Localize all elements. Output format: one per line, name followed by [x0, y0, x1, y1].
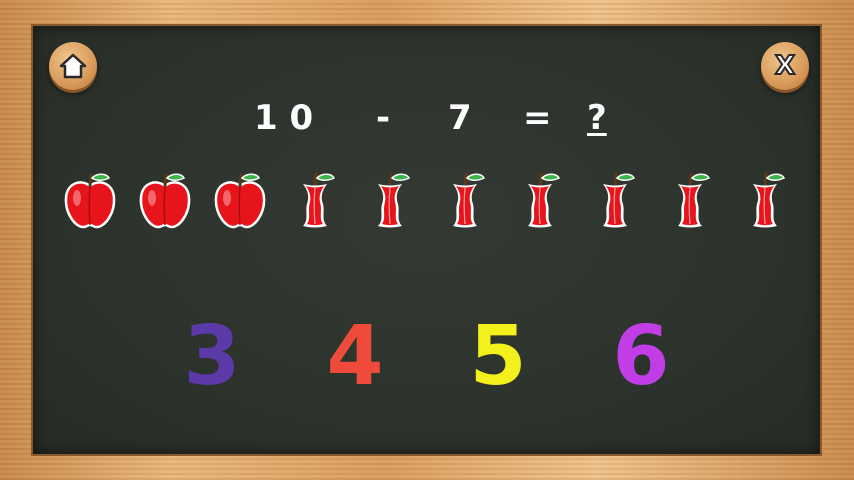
- apple-whole-icon: [212, 170, 268, 230]
- home-button[interactable]: [49, 42, 97, 90]
- equation-equals: =: [523, 98, 552, 138]
- apple-core-icon: [512, 170, 568, 230]
- answer-option-6[interactable]: 6: [601, 312, 681, 402]
- apple-whole-icon: [137, 170, 193, 230]
- home-icon: [59, 53, 87, 79]
- apple-core-icon: [437, 170, 493, 230]
- equation-operand-2: 7: [448, 98, 472, 138]
- answer-option-5[interactable]: 5: [458, 312, 538, 402]
- equation-operator: -: [376, 98, 391, 138]
- apple-core-icon: [737, 170, 793, 230]
- equation-unknown: ?: [587, 98, 607, 138]
- close-icon: X: [774, 51, 796, 81]
- close-button[interactable]: X: [761, 42, 809, 90]
- answer-option-4[interactable]: 4: [315, 312, 395, 402]
- apple-core-icon: [662, 170, 718, 230]
- apple-row: [62, 170, 792, 230]
- equation-operand-1: 1 0: [254, 98, 314, 138]
- answer-option-3[interactable]: 3: [172, 312, 252, 402]
- apple-core-icon: [287, 170, 343, 230]
- apple-core-icon: [587, 170, 643, 230]
- chalkboard: [33, 26, 820, 454]
- apple-core-icon: [362, 170, 418, 230]
- apple-whole-icon: [62, 170, 118, 230]
